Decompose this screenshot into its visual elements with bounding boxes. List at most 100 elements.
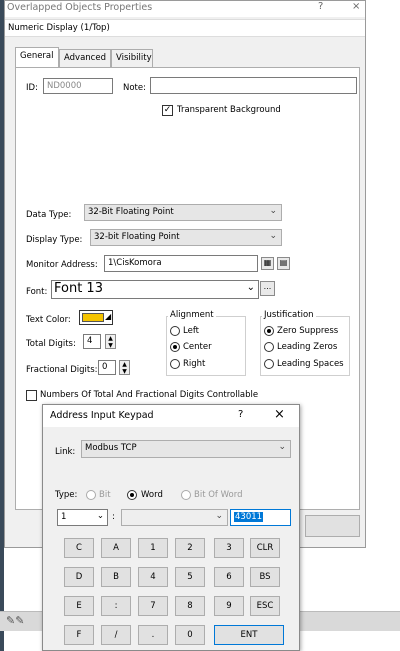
data-type-select[interactable]: 32-Bit Floating Point ⌄ (84, 204, 282, 221)
text-color-label: Text Color: (26, 315, 71, 325)
note-label: Note: (123, 83, 146, 93)
id-field[interactable]: ND0000 (43, 78, 113, 94)
font-label: Font: (26, 287, 48, 297)
key-bs[interactable]: BS (250, 567, 280, 587)
link-value: Modbus TCP (85, 443, 137, 453)
font-value: Font 13 (54, 281, 103, 296)
keypad-icon[interactable]: ▦ (261, 257, 274, 270)
key-f[interactable]: F (64, 625, 94, 645)
note-field[interactable] (150, 77, 357, 94)
font-select[interactable]: Font 13 ⌄ (51, 280, 259, 299)
key-c[interactable]: C (64, 538, 94, 558)
key-a[interactable]: A (101, 538, 131, 558)
address-value: 43011 (234, 512, 264, 522)
total-digits-field[interactable]: 4 (83, 334, 101, 349)
link-select[interactable]: Modbus TCP ⌄ (81, 440, 291, 458)
key-0[interactable]: 0 (175, 625, 205, 645)
keypad-title: Address Input Keypad (50, 410, 154, 421)
key-3[interactable]: 3 (214, 538, 244, 558)
help-footer-button[interactable] (305, 515, 360, 537)
key-7[interactable]: 7 (138, 596, 168, 616)
station-value: 1 (61, 512, 67, 522)
dropdown-arrow-icon: ◢ (105, 312, 112, 321)
key-1[interactable]: 1 (138, 538, 168, 558)
type-label: Type: (55, 490, 78, 500)
key-6[interactable]: 6 (214, 567, 244, 587)
type-bit-label: Bit (99, 490, 111, 500)
device-select[interactable]: ⌄ (121, 509, 228, 526)
fractional-digits-field[interactable]: 0 (98, 360, 116, 375)
align-center-radio[interactable] (170, 342, 180, 352)
alignment-title: Alignment (168, 310, 216, 320)
leading-zeros-label: Leading Zeros (277, 342, 338, 352)
fractional-digits-spinner[interactable]: ▲ ▼ (119, 360, 130, 375)
key-b[interactable]: B (101, 567, 131, 587)
type-word-radio[interactable] (127, 490, 137, 500)
key-8[interactable]: 8 (175, 596, 205, 616)
align-left-label: Left (183, 326, 199, 336)
station-select[interactable]: 1 ⌄ (57, 509, 108, 526)
address-field[interactable]: 43011 (230, 509, 291, 526)
digits-controllable-label: Numbers Of Total And Fractional Digits C… (40, 390, 259, 400)
tab-general[interactable]: General (15, 47, 59, 67)
justification-title: Justification (262, 310, 316, 320)
data-type-label: Data Type: (26, 210, 72, 220)
key-esc[interactable]: ESC (250, 596, 280, 616)
object-header-label: Numeric Display (1/Top) (8, 23, 110, 33)
zero-suppress-label: Zero Suppress (277, 326, 339, 336)
tab-advanced[interactable]: Advanced (59, 49, 111, 67)
chevron-down-icon: ⌄ (269, 206, 277, 216)
address-separator: : (112, 512, 115, 522)
keypad-help-button[interactable]: ? (238, 409, 243, 420)
close-button[interactable]: × (352, 1, 360, 12)
chevron-down-icon: ⌄ (269, 231, 277, 241)
digits-controllable-checkbox[interactable] (26, 390, 37, 401)
leading-zeros-radio[interactable] (264, 342, 274, 352)
keypad-titlebar: Address Input Keypad ? × (43, 405, 299, 427)
text-color-picker[interactable]: ◢ (79, 310, 113, 325)
display-type-select[interactable]: 32-bit Floating Point ⌄ (90, 229, 282, 246)
tab-visibility[interactable]: Visibility (111, 49, 153, 67)
leading-spaces-radio[interactable] (264, 359, 274, 369)
chevron-down-icon: ⌄ (246, 282, 255, 293)
display-type-label: Display Type: (26, 235, 83, 245)
leading-spaces-label: Leading Spaces (277, 359, 344, 369)
key-e[interactable]: E (64, 596, 94, 616)
transparent-bg-checkbox[interactable]: ✓ (162, 105, 173, 116)
address-keypad-dialog: Address Input Keypad ? × Link: Modbus TC… (42, 404, 300, 651)
align-left-radio[interactable] (170, 326, 180, 336)
key-slash[interactable]: / (101, 625, 131, 645)
key-dot[interactable]: . (138, 625, 168, 645)
key-clr[interactable]: CLR (250, 538, 280, 558)
key-colon[interactable]: : (101, 596, 131, 616)
key-d[interactable]: D (64, 567, 94, 587)
align-center-label: Center (183, 342, 212, 352)
key-2[interactable]: 2 (175, 538, 205, 558)
type-bitofword-label: Bit Of Word (194, 490, 243, 500)
type-bitofword-radio[interactable] (181, 490, 191, 500)
link-label: Link: (55, 447, 76, 457)
transparent-bg-label: Transparent Background (177, 105, 281, 115)
monitor-address-label: Monitor Address: (26, 260, 98, 270)
total-digits-label: Total Digits: (26, 339, 76, 349)
font-more-button[interactable]: ... (260, 281, 275, 296)
align-right-label: Right (183, 359, 206, 369)
align-right-radio[interactable] (170, 359, 180, 369)
type-word-label: Word (141, 490, 163, 500)
chevron-down-icon: ⌄ (96, 511, 104, 521)
type-bit-radio[interactable] (86, 490, 96, 500)
monitor-address-field[interactable]: 1\CisKomora (104, 255, 258, 272)
key-4[interactable]: 4 (138, 567, 168, 587)
key-9[interactable]: 9 (214, 596, 244, 616)
id-label: ID: (26, 83, 38, 93)
key-5[interactable]: 5 (175, 567, 205, 587)
tag-icon[interactable]: ▤ (277, 257, 290, 270)
keypad-close-button[interactable]: × (274, 407, 285, 422)
key-ent[interactable]: ENT (214, 625, 284, 645)
help-button[interactable]: ? (318, 1, 323, 12)
object-header: Numeric Display (1/Top) (5, 19, 365, 37)
zero-suppress-radio[interactable] (264, 326, 274, 336)
dialog-titlebar: Overlapped Objects Properties ? × (5, 1, 365, 17)
fractional-digits-label: Fractional Digits: (26, 365, 98, 375)
total-digits-spinner[interactable]: ▲ ▼ (105, 334, 116, 349)
